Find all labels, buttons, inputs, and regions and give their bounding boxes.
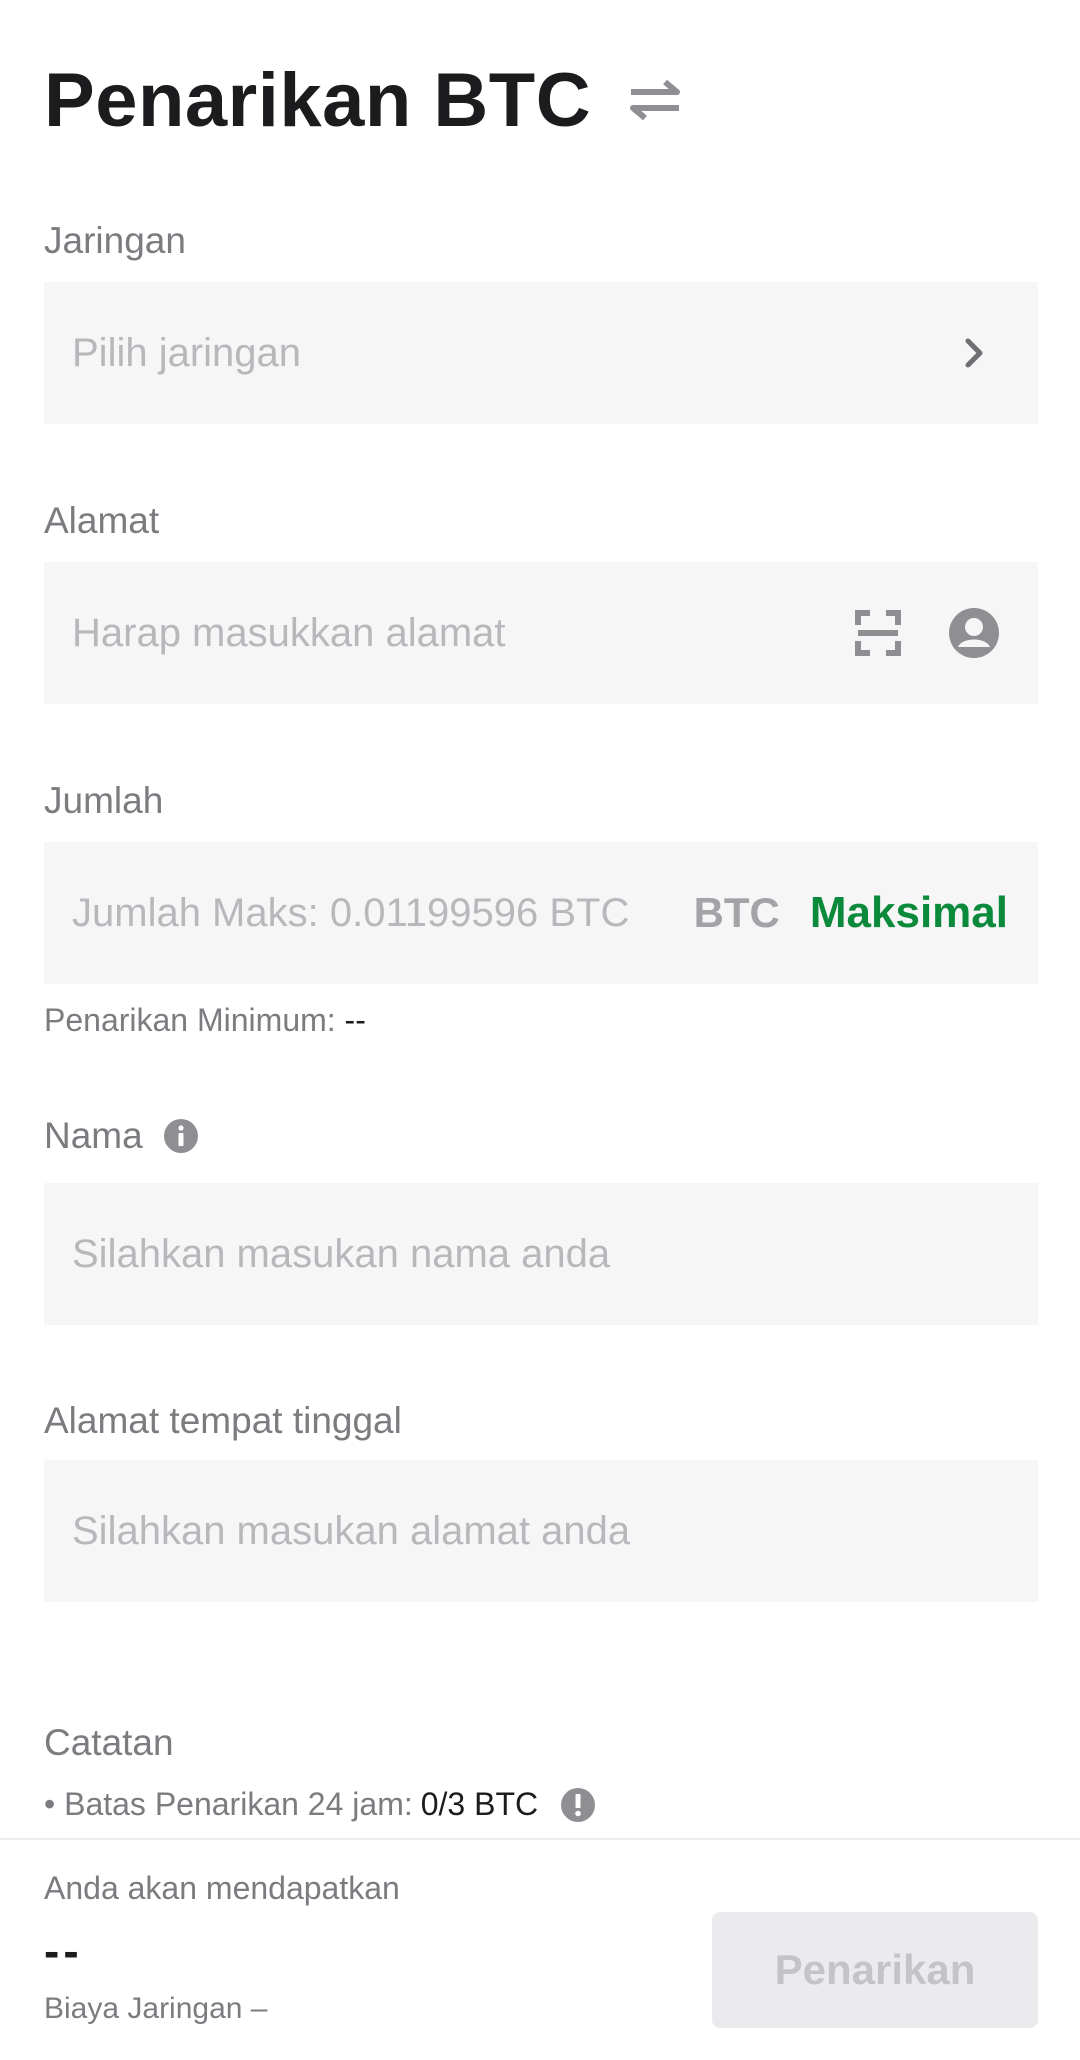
contact-icon[interactable] xyxy=(946,605,1002,661)
name-input[interactable]: Silahkan masukan nama anda xyxy=(44,1183,1038,1325)
bottom-action-bar: Anda akan mendapatkan -- Biaya Jaringan … xyxy=(0,1838,1080,2060)
notes-title: Catatan xyxy=(44,1722,174,1763)
title-row: Penarikan BTC xyxy=(44,50,683,150)
withdraw-page: Penarikan BTC Jaringan Pilih jaringan Al… xyxy=(0,0,1080,2060)
minimum-label: Penarikan Minimum: xyxy=(44,1002,336,1038)
withdraw-button[interactable]: Penarikan xyxy=(712,1912,1038,2028)
network-select[interactable]: Pilih jaringan xyxy=(44,282,1038,424)
residence-label: Alamat tempat tinggal xyxy=(44,1400,402,1441)
amount-label: Jumlah xyxy=(44,780,164,821)
residence-input[interactable]: Silahkan masukan alamat anda xyxy=(44,1460,1038,1602)
name-label: Nama xyxy=(44,1115,143,1156)
name-placeholder: Silahkan masukan nama anda xyxy=(72,1231,611,1276)
address-input[interactable]: Harap masukkan alamat xyxy=(44,562,1038,704)
page-title: Penarikan BTC xyxy=(44,57,592,143)
withdrawal-limit-note: • Batas Penarikan 24 jam: 0/3 BTC xyxy=(44,1786,596,1823)
address-placeholder: Harap masukkan alamat xyxy=(72,610,506,655)
residence-placeholder: Silahkan masukan alamat anda xyxy=(72,1508,631,1553)
chevron-right-icon xyxy=(954,333,994,373)
limit-label: • Batas Penarikan 24 jam: xyxy=(44,1786,413,1822)
network-label: Jaringan xyxy=(44,220,186,261)
swap-arrows-icon[interactable] xyxy=(627,72,683,128)
scan-icon[interactable] xyxy=(850,605,906,661)
receive-label: Anda akan mendapatkan xyxy=(44,1870,400,1906)
limit-value: 0/3 BTC xyxy=(420,1786,539,1822)
name-label-row: Nama xyxy=(44,1115,199,1157)
alert-icon[interactable] xyxy=(560,1787,596,1823)
network-placeholder: Pilih jaringan xyxy=(72,330,302,375)
amount-placeholder: Jumlah Maks: 0.01199596 BTC xyxy=(72,890,630,935)
max-button[interactable]: Maksimal xyxy=(810,888,1008,938)
minimum-withdrawal: Penarikan Minimum: -- xyxy=(44,1002,366,1039)
amount-unit: BTC xyxy=(693,889,780,936)
receive-value: -- xyxy=(44,1925,83,1977)
amount-input[interactable]: Jumlah Maks: 0.01199596 BTC BTC Maksimal xyxy=(44,842,1038,984)
info-icon[interactable] xyxy=(163,1118,199,1154)
minimum-value: -- xyxy=(344,1002,366,1038)
network-fee: Biaya Jaringan – xyxy=(44,1992,268,2025)
address-label: Alamat xyxy=(44,500,160,541)
